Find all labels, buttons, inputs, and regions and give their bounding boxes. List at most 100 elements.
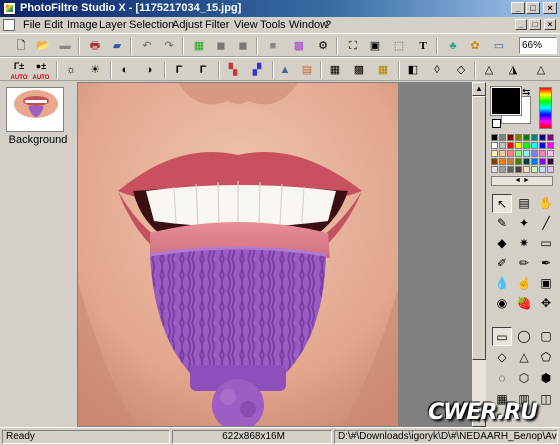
open-icon[interactable]: 📂 xyxy=(34,37,52,55)
palette-swatch[interactable] xyxy=(515,150,522,157)
undo-icon[interactable]: ↶ xyxy=(138,37,156,55)
palette-swatch[interactable] xyxy=(523,158,530,165)
tree-icon[interactable]: ♣ xyxy=(444,37,462,55)
doc-minimize-button[interactable]: _ xyxy=(515,19,527,30)
pattern-1-icon[interactable]: ▦ xyxy=(326,61,344,79)
color-spectrum[interactable] xyxy=(539,87,552,129)
paste-icon[interactable]: ▦ xyxy=(190,37,208,55)
palette-swatch[interactable] xyxy=(539,134,546,141)
menu-layer[interactable]: Layer xyxy=(99,19,127,31)
sharpen-icon[interactable]: ◇ xyxy=(452,61,470,79)
brush-tool-icon[interactable]: ✐ xyxy=(492,254,512,273)
zoom-field[interactable]: 66% xyxy=(519,37,557,54)
maximize-button[interactable]: □ xyxy=(526,2,540,14)
polygon-shape-icon[interactable]: ⬠ xyxy=(536,348,556,367)
palette-swatch[interactable] xyxy=(547,166,554,173)
tube-tool-icon[interactable]: 🍓 xyxy=(514,294,534,313)
stop-icon[interactable]: ■ xyxy=(264,37,282,55)
palette-swatch[interactable] xyxy=(547,158,554,165)
doc-close-button[interactable]: × xyxy=(544,19,556,30)
fill-tool-icon[interactable]: ◆ xyxy=(492,234,512,253)
palette-swatch[interactable] xyxy=(531,134,538,141)
palette-swatch[interactable] xyxy=(499,150,506,157)
triangle-shape-icon[interactable]: △ xyxy=(514,348,534,367)
cone-icon[interactable]: △ xyxy=(532,61,550,79)
palette-swatch[interactable] xyxy=(531,166,538,173)
menu-selection[interactable]: Selection xyxy=(129,19,174,31)
layer-manager-icon[interactable]: ▤ xyxy=(514,194,534,213)
layer-name[interactable]: Background xyxy=(0,134,76,146)
palette-swatch[interactable] xyxy=(499,166,506,173)
blur-icon[interactable]: ◊ xyxy=(428,61,446,79)
scan-icon[interactable]: ▰ xyxy=(108,37,126,55)
palette-scrollbar[interactable]: ◄ ► xyxy=(491,176,553,186)
spray-tool-icon[interactable]: ✷ xyxy=(514,234,534,253)
print-icon[interactable]: 🖶 xyxy=(86,37,104,55)
magic-wand-icon[interactable]: ✦ xyxy=(514,214,534,233)
red-eye-icon[interactable]: ◉ xyxy=(492,294,512,313)
foreground-color-swatch[interactable] xyxy=(490,86,522,116)
palette-swatch[interactable] xyxy=(539,150,546,157)
blur-tool-icon[interactable]: 💧 xyxy=(492,274,512,293)
palette-swatch[interactable] xyxy=(547,142,554,149)
palette-swatch[interactable] xyxy=(507,150,514,157)
document-icon[interactable] xyxy=(3,19,15,31)
magnetic-lasso-icon[interactable]: ⬢ xyxy=(536,369,556,388)
color-palette[interactable] xyxy=(491,134,554,173)
palette-swatch[interactable] xyxy=(523,166,530,173)
menu-file[interactable]: File xyxy=(23,19,41,31)
menu-image[interactable]: Image xyxy=(67,19,98,31)
clone-tool-icon[interactable]: ▣ xyxy=(536,274,556,293)
brightness-plus-icon[interactable]: ☀ xyxy=(86,61,104,79)
saturation-minus-icon[interactable]: ▚ xyxy=(224,61,242,79)
levels-icon[interactable]: ▲ xyxy=(276,61,294,79)
palette-swatch[interactable] xyxy=(491,158,498,165)
selection-extra-icon[interactable]: ◫ xyxy=(536,390,556,409)
contrast-plus-icon[interactable]: ◑ xyxy=(140,61,158,79)
palette-swatch[interactable] xyxy=(539,158,546,165)
close-button[interactable]: × xyxy=(543,2,557,14)
rounded-rect-shape-icon[interactable]: ▢ xyxy=(536,327,556,346)
brightness-minus-icon[interactable]: ☼ xyxy=(62,61,80,79)
saturation-plus-icon[interactable]: ▞ xyxy=(248,61,266,79)
color-picker-icon[interactable]: ✎ xyxy=(492,214,512,233)
app-icon[interactable] xyxy=(3,2,16,15)
redo-icon[interactable]: ↷ xyxy=(160,37,178,55)
menu-window[interactable]: Window xyxy=(289,19,328,31)
gamma-plus-icon[interactable]: Γ xyxy=(194,61,212,79)
palette-swatch[interactable] xyxy=(507,134,514,141)
palette-swatch[interactable] xyxy=(539,166,546,173)
copy-layer-icon[interactable]: ◼ xyxy=(212,37,230,55)
contrast-minus-icon[interactable]: ◐ xyxy=(116,61,134,79)
deformation-icon[interactable]: ✥ xyxy=(536,294,556,313)
doc-restore-button[interactable]: □ xyxy=(529,19,541,30)
hand-tool-icon[interactable]: ✋ xyxy=(536,194,556,213)
brightness-mask-icon[interactable]: ◧ xyxy=(404,61,422,79)
palette-swatch[interactable] xyxy=(547,134,554,141)
palette-swatch[interactable] xyxy=(531,150,538,157)
triangle-icon[interactable]: △ xyxy=(480,61,498,79)
diamond-shape-icon[interactable]: ◇ xyxy=(492,348,512,367)
line-tool-icon[interactable]: ╱ xyxy=(536,214,556,233)
duplicate-icon[interactable]: ◼ xyxy=(234,37,252,55)
contrast-auto-icon[interactable]: ●± AUTO xyxy=(32,61,50,81)
pattern-3-icon[interactable]: ▦ xyxy=(374,61,392,79)
palette-swatch[interactable] xyxy=(491,142,498,149)
palette-swatch[interactable] xyxy=(507,166,514,173)
menu-view[interactable]: View xyxy=(234,19,258,31)
swap-colors-icon[interactable]: ⇆ xyxy=(522,87,530,98)
shape-icon[interactable]: ◮ xyxy=(504,61,522,79)
resize-icon[interactable]: ⛶ xyxy=(344,37,362,55)
menu-help[interactable]: ? xyxy=(325,19,331,31)
minimize-button[interactable]: _ xyxy=(511,2,525,14)
advanced-brush-icon[interactable]: ✒ xyxy=(536,254,556,273)
pattern-2-icon[interactable]: ▩ xyxy=(350,61,368,79)
palette-swatch[interactable] xyxy=(499,158,506,165)
automate-icon[interactable]: ⚙ xyxy=(314,37,332,55)
scroll-up-icon[interactable]: ▲ xyxy=(472,82,486,96)
gamma-auto-icon[interactable]: Γ± AUTO xyxy=(10,61,28,81)
palette-swatch[interactable] xyxy=(523,142,530,149)
image-canvas[interactable] xyxy=(77,82,399,427)
rectangle-shape-icon[interactable]: ▭ xyxy=(492,327,512,346)
palette-swatch[interactable] xyxy=(531,158,538,165)
